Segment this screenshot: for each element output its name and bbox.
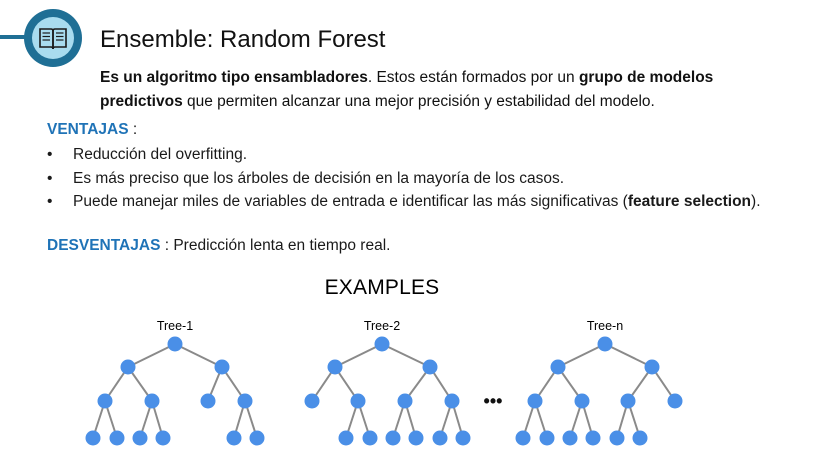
tree-nodes <box>85 336 683 446</box>
tree-node <box>362 430 378 446</box>
tree-node <box>120 359 136 375</box>
bullet: • <box>47 193 53 210</box>
list-item-text: Reducción del overfitting. <box>73 146 248 163</box>
tree-node <box>304 393 320 409</box>
tree-node <box>397 393 413 409</box>
tree-node <box>200 393 216 409</box>
tree-edge <box>174 343 223 368</box>
ventajas-list: • Reducción del overfitting. • Es más pr… <box>47 143 761 214</box>
list-item-text: Puede manejar miles de variables de entr… <box>73 193 628 210</box>
tree-edge <box>381 343 431 368</box>
ellipsis-dots: ••• <box>484 391 503 411</box>
tree-node <box>455 430 471 446</box>
tree-node <box>539 430 555 446</box>
tree-node <box>597 336 613 352</box>
tree-node <box>338 430 354 446</box>
tree-node <box>632 430 648 446</box>
tree-labels: Tree-1 Tree-2 Tree-n <box>157 319 623 333</box>
tree-node <box>374 336 390 352</box>
badge-inner <box>32 17 74 59</box>
tree-node <box>144 393 160 409</box>
list-item-text: Es más preciso que los árboles de decisi… <box>73 169 565 187</box>
tree-node <box>574 393 590 409</box>
desventajas-text: : Predicción lenta en tiempo real. <box>160 237 391 254</box>
tree-node <box>562 430 578 446</box>
tree-node <box>85 430 101 446</box>
tree-node <box>226 430 242 446</box>
examples-title: EXAMPLES <box>324 276 440 299</box>
tree-node <box>167 336 183 352</box>
tree-node <box>444 393 460 409</box>
desventajas-label: DESVENTAJAS <box>47 237 161 254</box>
bullet: • <box>47 169 53 187</box>
list-item: • Es más preciso que los árboles de deci… <box>47 167 761 191</box>
tree-node <box>155 430 171 446</box>
tree-node <box>667 393 683 409</box>
tree-node <box>109 430 125 446</box>
tree-node <box>422 359 438 375</box>
tree-label: Tree-n <box>587 319 623 333</box>
book-icon <box>39 28 67 50</box>
tree-node <box>327 359 343 375</box>
tree-node <box>609 430 625 446</box>
ventajas-label: VENTAJAS <box>47 121 129 138</box>
tree-edge <box>604 343 653 368</box>
list-item: • Reducción del overfitting. <box>47 143 761 167</box>
tree-node <box>132 430 148 446</box>
tree-node <box>620 393 636 409</box>
page-title: Ensemble: Random Forest <box>100 26 386 53</box>
tree-edge <box>557 343 606 368</box>
tree-label: Tree-2 <box>364 319 400 333</box>
tree-node <box>214 359 230 375</box>
list-item-end: ). <box>751 193 761 210</box>
intro-bold-1: Es un algoritmo tipo ensambladores <box>100 69 368 86</box>
desventajas-line: DESVENTAJAS : Predicción lenta en tiempo… <box>47 237 390 255</box>
tree-node <box>97 393 113 409</box>
tree-node <box>237 393 253 409</box>
tree-edges <box>92 343 676 439</box>
tree-node <box>385 430 401 446</box>
tree-node <box>585 430 601 446</box>
forest-diagram: Tree-1 Tree-2 Tree-n ••• <box>85 319 683 446</box>
ventajas-suffix: : <box>128 121 138 138</box>
tree-label: Tree-1 <box>157 319 193 333</box>
ventajas-heading: VENTAJAS : <box>47 121 137 139</box>
list-item-bold: feature selection <box>627 193 752 210</box>
list-item: • Puede manejar miles de variables de en… <box>47 190 761 214</box>
section-badge <box>24 9 82 67</box>
tree-edge <box>334 343 383 368</box>
tree-node <box>644 359 660 375</box>
bullet: • <box>47 146 53 163</box>
intro-text-1: . Estos están formados por un <box>367 69 579 86</box>
tree-node <box>527 393 543 409</box>
tree-node <box>550 359 566 375</box>
tree-node <box>350 393 366 409</box>
tree-node <box>408 430 424 446</box>
intro-paragraph: Es un algoritmo tipo ensambladores. Esto… <box>100 66 800 114</box>
tree-node <box>432 430 448 446</box>
tree-node <box>249 430 265 446</box>
intro-text-2: que permiten alcanzar una mejor precisió… <box>182 93 655 110</box>
tree-node <box>515 430 531 446</box>
tree-edge <box>127 343 176 368</box>
